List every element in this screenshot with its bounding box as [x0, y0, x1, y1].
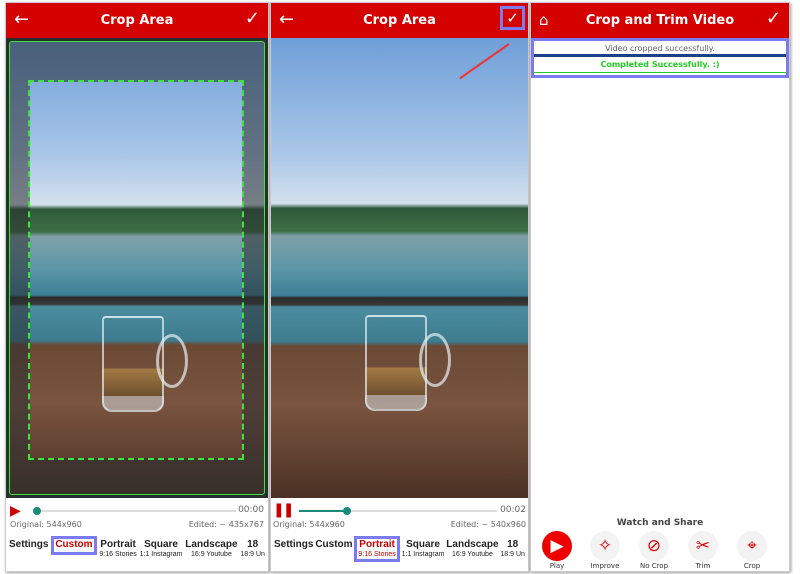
section-title: Watch and Share	[616, 518, 704, 528]
check-icon[interactable]: ✓	[500, 6, 525, 30]
crop-and-trim-panel: ⌂ Crop and Trim Video ✓ Video cropped su…	[530, 2, 790, 572]
tab-square[interactable]: Square 1:1 Instagram	[140, 539, 183, 558]
status-box: Video cropped successfully. Completed Su…	[531, 38, 789, 78]
edited-size: Edited: ~ 540x960	[450, 520, 526, 529]
seek-bar[interactable]	[36, 510, 236, 512]
tab-settings[interactable]: Settings	[9, 539, 48, 551]
tab-custom[interactable]: Custom	[315, 539, 352, 551]
header-title: Crop and Trim Video	[585, 13, 735, 28]
tab-custom[interactable]: Custom	[51, 536, 97, 555]
crop-icon: ⌖	[737, 531, 767, 561]
pause-icon[interactable]: ❚❚	[273, 502, 295, 518]
status-text: Video cropped successfully.	[534, 41, 786, 57]
crop-area-panel-custom: ← Crop Area ✓ ▶ 00:00 Original: 544x960 …	[5, 2, 269, 572]
scissors-icon: ✂	[688, 531, 718, 561]
tab-portrait[interactable]: Portrait 9:16 Stories	[99, 539, 136, 558]
header: ← Crop Area ✓	[271, 3, 528, 38]
crop-button[interactable]: ⌖ Crop	[732, 531, 772, 570]
cup-handle	[156, 334, 188, 388]
header-title: Crop Area	[363, 13, 436, 28]
seek-knob[interactable]	[33, 507, 41, 515]
trim-button[interactable]: ✂ Trim	[683, 531, 723, 570]
back-arrow-icon[interactable]: ←	[14, 9, 29, 30]
time: 00:02	[500, 505, 526, 515]
check-icon[interactable]: ✓	[245, 8, 260, 29]
play-icon[interactable]: ▶	[10, 503, 21, 519]
tab-square[interactable]: Square 1:1 Instagram	[402, 539, 445, 558]
header: ← Crop Area ✓	[6, 3, 268, 38]
tab-landscape[interactable]: Landscape 16:9 Youtube	[185, 539, 237, 558]
playback-controls: ▶ 00:00 Original: 544x960 Edited: ~ 435x…	[6, 500, 268, 570]
no-icon: ⊘	[639, 531, 669, 561]
tab-portrait[interactable]: Portrait 9:16 Stories	[354, 536, 400, 562]
home-icon[interactable]: ⌂	[539, 11, 549, 29]
completed-text: Completed Successfully. :)	[534, 57, 786, 73]
tab-18-9[interactable]: 18 18:9 Un	[500, 539, 525, 558]
seek-knob[interactable]	[343, 507, 351, 515]
play-icon: ▶	[542, 531, 572, 561]
header: ⌂ Crop and Trim Video ✓	[531, 3, 789, 38]
edited-size: Edited: ~ 435x767	[188, 520, 264, 529]
magic-wand-icon: ✧	[590, 531, 620, 561]
cup	[102, 316, 164, 412]
playback-controls: ❚❚ 00:02 Original: 544x960 Edited: ~ 540…	[271, 500, 528, 570]
tab-18-9[interactable]: 18 18:9 Un	[240, 539, 265, 558]
tab-settings[interactable]: Settings	[274, 539, 313, 551]
tab-landscape[interactable]: Landscape 16:9 Youtube	[446, 539, 498, 558]
original-size: Original: 544x960	[273, 520, 345, 529]
video-preview	[271, 38, 528, 498]
check-icon[interactable]: ✓	[766, 8, 781, 29]
original-size: Original: 544x960	[10, 520, 82, 529]
time: 00:00	[238, 505, 264, 515]
cup	[365, 315, 427, 411]
cup-handle	[419, 333, 451, 387]
video-preview	[6, 38, 268, 498]
aspect-tabs: Settings Custom Portrait 9:16 Stories Squ…	[9, 536, 265, 558]
header-title: Crop Area	[100, 13, 174, 28]
no-crop-button[interactable]: ⊘ No Crop	[634, 531, 674, 570]
aspect-tabs: Settings Custom Portrait 9:16 Stories Squ…	[274, 536, 525, 562]
play-button[interactable]: ▶ Play	[537, 531, 577, 570]
back-arrow-icon[interactable]: ←	[279, 9, 294, 30]
seek-progress	[299, 510, 347, 512]
improve-button[interactable]: ✧ Improve	[585, 531, 625, 570]
crop-area-panel-portrait: ← Crop Area ✓ ❚❚ 00:02 Original: 544x960…	[270, 2, 529, 572]
